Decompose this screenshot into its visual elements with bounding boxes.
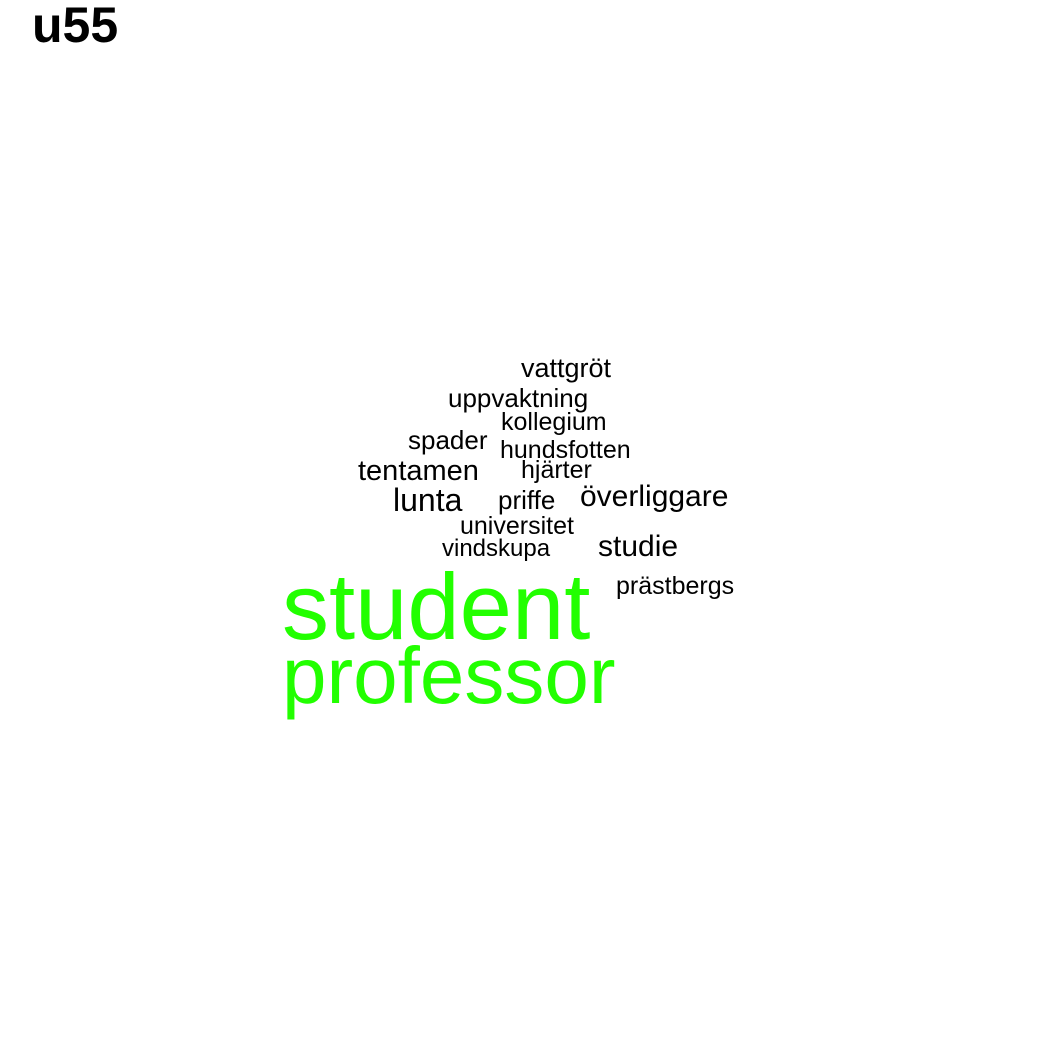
word-lunta: lunta — [393, 482, 463, 518]
word-vattgrot: vattgröt — [521, 353, 612, 383]
word-spader: spader — [408, 425, 488, 455]
word-prastbergs: prästbergs — [616, 572, 735, 600]
word-kollegium: kollegium — [501, 408, 607, 436]
word-overliggare: överliggare — [580, 480, 729, 513]
word-studie: studie — [598, 530, 679, 563]
word-priffe: priffe — [498, 485, 556, 515]
word-professor: professor — [282, 631, 616, 720]
word-cloud: vattgröt uppvaktning kollegium spader hu… — [0, 0, 1050, 1050]
